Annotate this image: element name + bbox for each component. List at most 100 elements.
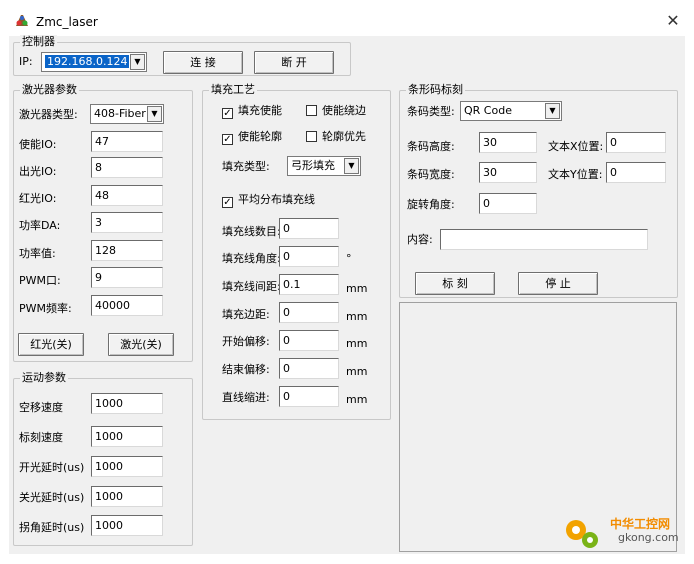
power-da-input[interactable]: 3 [91, 212, 163, 233]
idle-speed-input[interactable]: 1000 [91, 393, 163, 414]
rotation-label: 旋转角度: [407, 198, 455, 211]
disconnect-button[interactable]: 断 开 [254, 51, 334, 74]
fill-enable-checkbox[interactable]: ✓ 填充使能 [222, 104, 282, 119]
enable-io-input[interactable]: 47 [91, 131, 163, 152]
end-offset-input[interactable]: 0 [279, 358, 339, 379]
indent-label: 直线缩进: [222, 391, 270, 404]
fill-type-label: 填充类型: [222, 160, 270, 173]
start-offset-label: 开始偏移: [222, 335, 270, 348]
line-spacing-unit: mm [346, 282, 368, 295]
laser-toggle-button[interactable]: 激光(关) [108, 333, 174, 356]
laser-type-value: 408-Fiber [94, 107, 146, 120]
chevron-down-icon[interactable]: ▼ [344, 158, 359, 174]
line-angle-input[interactable]: 0 [279, 246, 339, 267]
edge-enable-check [306, 105, 317, 116]
ip-value: 192.168.0.124 [45, 55, 130, 68]
controller-group-title: 控制器 [20, 35, 57, 49]
watermark-line1: 中华工控网 [610, 517, 671, 531]
enable-io-label: 使能IO: [19, 138, 57, 151]
pwm-port-input[interactable]: 9 [91, 267, 163, 288]
barcode-group: 条形码标刻 [399, 83, 678, 298]
laser-params-title: 激光器参数 [20, 83, 79, 97]
gear-icon [566, 520, 598, 548]
power-value-input[interactable]: 128 [91, 240, 163, 261]
edge-enable-checkbox[interactable]: 使能绕边 [306, 104, 366, 118]
outline-first-checkbox[interactable]: 轮廓优先 [306, 130, 366, 144]
line-spacing-label: 填充线间距: [222, 280, 281, 293]
barcode-height-label: 条码高度: [407, 140, 455, 153]
barcode-type-label: 条码类型: [407, 105, 455, 118]
watermark-line2: gkong.com [618, 531, 679, 544]
fill-enable-check: ✓ [222, 108, 233, 119]
chevron-down-icon[interactable]: ▼ [147, 106, 162, 122]
line-spacing-input[interactable]: 0.1 [279, 274, 339, 295]
fill-type-combobox[interactable]: 弓形填充 ▼ [287, 156, 361, 176]
off-delay-label: 关光延时(us) [19, 491, 85, 504]
text-x-input[interactable]: 0 [606, 132, 666, 153]
outline-enable-check: ✓ [222, 134, 233, 145]
barcode-width-label: 条码宽度: [407, 168, 455, 181]
rotation-input[interactable]: 0 [479, 193, 537, 214]
ip-combobox[interactable]: 192.168.0.124 ▼ [41, 52, 147, 72]
line-count-input[interactable]: 0 [279, 218, 339, 239]
content-input[interactable] [440, 229, 648, 250]
barcode-type-value: QR Code [464, 104, 512, 117]
edge-enable-label: 使能绕边 [322, 104, 366, 117]
indent-unit: mm [346, 393, 368, 406]
text-x-label: 文本X位置: [548, 140, 604, 153]
fill-type-value: 弓形填充 [291, 159, 335, 172]
corner-delay-label: 拐角延时(us) [19, 521, 85, 534]
even-lines-check: ✓ [222, 197, 233, 208]
even-lines-checkbox[interactable]: ✓ 平均分布填充线 [222, 193, 315, 208]
out-io-label: 出光IO: [19, 165, 57, 178]
laser-type-combobox[interactable]: 408-Fiber ▼ [90, 104, 164, 124]
outline-enable-label: 使能轮廓 [238, 130, 282, 143]
outline-enable-checkbox[interactable]: ✓ 使能轮廓 [222, 130, 282, 145]
barcode-width-input[interactable]: 30 [479, 162, 537, 183]
line-angle-unit: ° [346, 252, 352, 265]
indent-input[interactable]: 0 [279, 386, 339, 407]
on-delay-label: 开光延时(us) [19, 461, 85, 474]
chevron-down-icon[interactable]: ▼ [130, 54, 145, 70]
off-delay-input[interactable]: 1000 [91, 486, 163, 507]
text-y-input[interactable]: 0 [606, 162, 666, 183]
chevron-down-icon[interactable]: ▼ [545, 103, 560, 119]
barcode-group-title: 条形码标刻 [406, 83, 465, 97]
power-value-label: 功率值: [19, 247, 56, 260]
stop-button[interactable]: 停 止 [518, 272, 598, 295]
pwm-port-label: PWM口: [19, 274, 61, 287]
margin-label: 填充边距: [222, 308, 270, 321]
out-io-input[interactable]: 8 [91, 157, 163, 178]
end-offset-unit: mm [346, 365, 368, 378]
margin-unit: mm [346, 310, 368, 323]
title-bar [0, 0, 694, 34]
close-icon[interactable]: ✕ [663, 11, 683, 31]
mark-speed-label: 标刻速度 [19, 431, 63, 444]
line-angle-label: 填充线角度: [222, 252, 281, 265]
pwm-freq-label: PWM频率: [19, 302, 72, 315]
even-lines-label: 平均分布填充线 [238, 193, 315, 206]
start-offset-unit: mm [346, 337, 368, 350]
barcode-height-input[interactable]: 30 [479, 132, 537, 153]
connect-button[interactable]: 连 接 [163, 51, 243, 74]
barcode-type-combobox[interactable]: QR Code ▼ [460, 101, 562, 121]
laser-type-label: 激光器类型: [19, 108, 78, 121]
outline-first-check [306, 131, 317, 142]
fill-process-title: 填充工艺 [209, 83, 257, 97]
line-count-label: 填充线数目: [222, 225, 281, 238]
red-io-label: 红光IO: [19, 192, 57, 205]
start-offset-input[interactable]: 0 [279, 330, 339, 351]
mark-speed-input[interactable]: 1000 [91, 426, 163, 447]
margin-input[interactable]: 0 [279, 302, 339, 323]
fill-enable-label: 填充使能 [238, 104, 282, 117]
pwm-freq-input[interactable]: 40000 [91, 295, 163, 316]
mark-button[interactable]: 标 刻 [415, 272, 495, 295]
idle-speed-label: 空移速度 [19, 401, 63, 414]
on-delay-input[interactable]: 1000 [91, 456, 163, 477]
corner-delay-input[interactable]: 1000 [91, 515, 163, 536]
red-io-input[interactable]: 48 [91, 185, 163, 206]
power-da-label: 功率DA: [19, 219, 61, 232]
end-offset-label: 结束偏移: [222, 363, 270, 376]
red-light-toggle-button[interactable]: 红光(关) [18, 333, 84, 356]
outline-first-label: 轮廓优先 [322, 130, 366, 143]
